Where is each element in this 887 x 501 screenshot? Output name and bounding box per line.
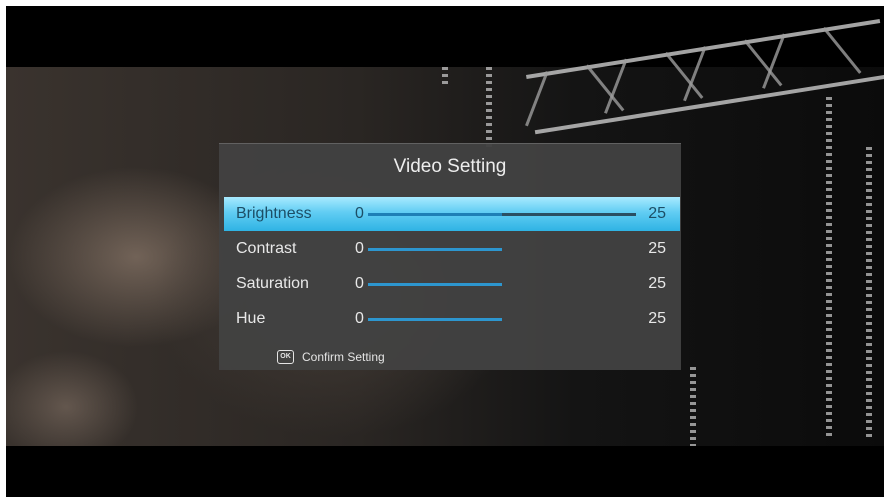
setting-label: Saturation xyxy=(236,275,309,292)
setting-min: 0 xyxy=(355,205,364,222)
slider-fill xyxy=(368,283,502,286)
confirm-setting-label: Confirm Setting xyxy=(302,349,385,364)
brightness-slider[interactable] xyxy=(368,213,636,216)
setting-label: Hue xyxy=(236,310,266,327)
slider-fill xyxy=(368,248,502,251)
setting-min: 0 xyxy=(355,310,364,327)
setting-min: 0 xyxy=(355,240,364,257)
confirm-hint[interactable]: OK Confirm Setting xyxy=(277,349,385,364)
setting-max: 25 xyxy=(648,310,666,327)
setting-row-hue[interactable]: Hue 0 25 xyxy=(224,302,680,336)
tv-screen: Video Setting Brightness 0 25 Contrast 0… xyxy=(6,6,884,497)
setting-max: 25 xyxy=(648,205,666,222)
setting-row-contrast[interactable]: Contrast 0 25 xyxy=(224,232,680,266)
slider-fill xyxy=(368,318,502,321)
setting-label: Contrast xyxy=(236,240,297,257)
setting-min: 0 xyxy=(355,275,364,292)
video-setting-dialog: Video Setting Brightness 0 25 Contrast 0… xyxy=(219,143,681,370)
ok-button-icon: OK xyxy=(277,349,294,364)
setting-row-brightness[interactable]: Brightness 0 25 xyxy=(224,197,680,231)
setting-max: 25 xyxy=(648,240,666,257)
slider-fill xyxy=(368,213,502,216)
setting-label: Brightness xyxy=(236,205,312,222)
setting-row-saturation[interactable]: Saturation 0 25 xyxy=(224,267,680,301)
saturation-slider[interactable] xyxy=(368,283,636,286)
dialog-title: Video Setting xyxy=(393,156,507,177)
contrast-slider[interactable] xyxy=(368,248,636,251)
hue-slider[interactable] xyxy=(368,318,636,321)
setting-max: 25 xyxy=(648,275,666,292)
